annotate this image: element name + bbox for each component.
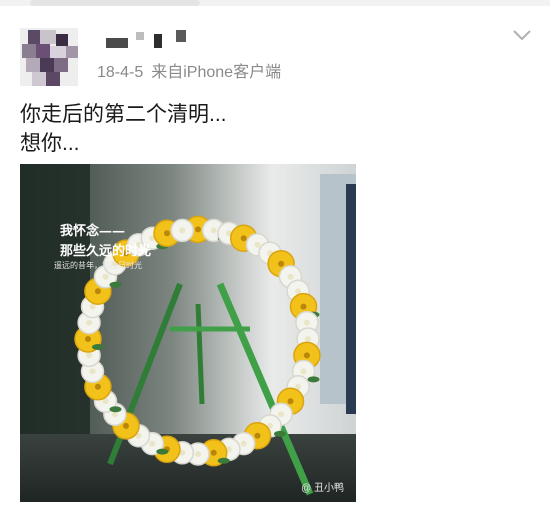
redaction-block [106, 38, 128, 48]
flower-center [303, 352, 310, 359]
flower-center [300, 368, 307, 375]
flower-center [240, 440, 247, 447]
flower-center [102, 273, 109, 280]
flower-center [287, 273, 294, 280]
avatar-pixel [22, 44, 36, 58]
flower-center [86, 352, 93, 359]
photo-watermark: @ 丑小鸭 [301, 483, 344, 494]
flower-center [149, 440, 156, 447]
flower-center [210, 227, 217, 234]
leaf [109, 281, 122, 288]
post-source[interactable]: 来自iPhone客户端 [151, 64, 281, 81]
flower-center [210, 449, 217, 456]
avatar-pixel [40, 58, 54, 72]
avatar-pixel [66, 46, 78, 58]
flower-center [300, 303, 307, 310]
flower-center [164, 230, 170, 237]
flower-center [123, 422, 129, 429]
leaf [156, 448, 169, 455]
flower-center [85, 336, 91, 342]
flower-center [278, 260, 285, 267]
avatar-pixel [56, 34, 68, 46]
flower-center [111, 411, 118, 418]
post-line: 你走后的第二个清明... [20, 103, 227, 126]
avatar-pixel [40, 30, 56, 44]
leaf [307, 376, 320, 383]
flower-center [94, 383, 101, 390]
post-date: 18-4-5 [97, 64, 144, 81]
post-line: 想你... [20, 132, 80, 155]
flower-center [86, 319, 93, 326]
flower-center [94, 288, 101, 295]
post-image[interactable]: 我怀念—— 那些久远的时光 遥远的昔年，和往日时光 @ 丑小鸭 [20, 164, 356, 502]
avatar-pixel [46, 72, 60, 86]
redaction-block [154, 34, 162, 48]
previous-post-edge [0, 0, 550, 6]
post-body: 你走后的第二个清明... 想你... [20, 100, 227, 158]
flower-center [89, 368, 96, 375]
window-frame [346, 184, 356, 414]
redaction-block [176, 30, 186, 42]
flower-center [254, 241, 261, 248]
chevron-down-icon[interactable] [511, 26, 533, 44]
redaction-block [136, 32, 144, 40]
avatar-pixel [36, 44, 50, 58]
flower-center [195, 451, 201, 457]
flower-center [240, 235, 247, 242]
wreath-photo [20, 164, 356, 502]
post-meta: 18-4-5 来自iPhone客户端 [97, 58, 281, 82]
previous-post-blur [30, 0, 200, 6]
avatar-pixel [54, 58, 68, 72]
flower-center [195, 226, 201, 233]
username-redacted[interactable] [106, 30, 196, 50]
avatar-pixel [32, 72, 46, 86]
photo-caption-line2: 那些久远的时光 [60, 244, 152, 259]
flower-center [179, 227, 186, 234]
flower-center [254, 432, 261, 439]
avatar-pixel [26, 58, 40, 72]
flower-center [303, 319, 310, 326]
leaf [217, 457, 230, 464]
avatar[interactable] [20, 28, 78, 86]
photo-caption-small: 遥远的昔年，和往日时光 [54, 261, 142, 270]
avatar-pixel [28, 30, 40, 44]
leaf [109, 406, 122, 413]
leaf [274, 430, 286, 437]
flower-center [287, 398, 294, 405]
leaf [92, 344, 104, 350]
photo-caption-line1: 我怀念—— [60, 224, 126, 239]
flower-center [305, 336, 311, 342]
flower-center [278, 411, 285, 418]
